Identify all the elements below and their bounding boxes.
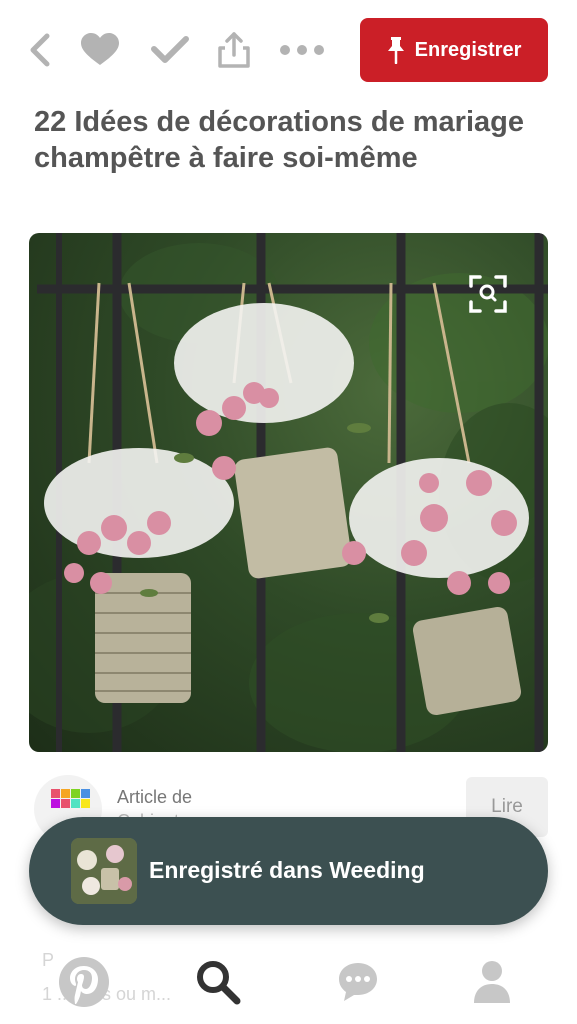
chat-bubble-icon [339, 963, 377, 1001]
share-icon [218, 32, 250, 68]
bottom-navigation [0, 940, 577, 1024]
done-button[interactable] [148, 30, 192, 70]
pushpin-icon [387, 37, 404, 64]
toast-message: Enregistré dans Weeding [149, 857, 425, 883]
person-icon [474, 961, 510, 1003]
search-icon [197, 961, 241, 1005]
more-dots-icon [280, 45, 324, 55]
nav-profile[interactable] [462, 954, 522, 1010]
heart-icon [81, 33, 119, 65]
nav-search[interactable] [188, 954, 248, 1010]
board-thumbnail-image [71, 838, 137, 904]
share-button[interactable] [212, 30, 256, 70]
checkmark-icon [151, 36, 189, 63]
chevron-left-icon [30, 33, 50, 67]
source-label: Article de [117, 787, 193, 807]
visual-search-icon [469, 275, 507, 313]
board-thumbnail [71, 838, 137, 904]
top-toolbar: Enregistrer [0, 0, 577, 100]
nav-home[interactable] [54, 954, 114, 1010]
nav-messages[interactable] [328, 954, 388, 1010]
visual-search-button[interactable] [469, 275, 507, 313]
pin-image[interactable] [29, 233, 548, 752]
save-button[interactable]: Enregistrer [360, 18, 548, 82]
pin-title: 22 Idées de décorations de mariage champ… [34, 106, 524, 174]
like-button[interactable] [78, 30, 122, 70]
pinterest-logo-icon [59, 957, 109, 1007]
more-button[interactable] [278, 30, 326, 70]
back-button[interactable] [18, 30, 62, 70]
save-button-label: Enregistrer [414, 38, 522, 61]
saved-toast[interactable]: Enregistré dans Weeding [29, 817, 548, 925]
